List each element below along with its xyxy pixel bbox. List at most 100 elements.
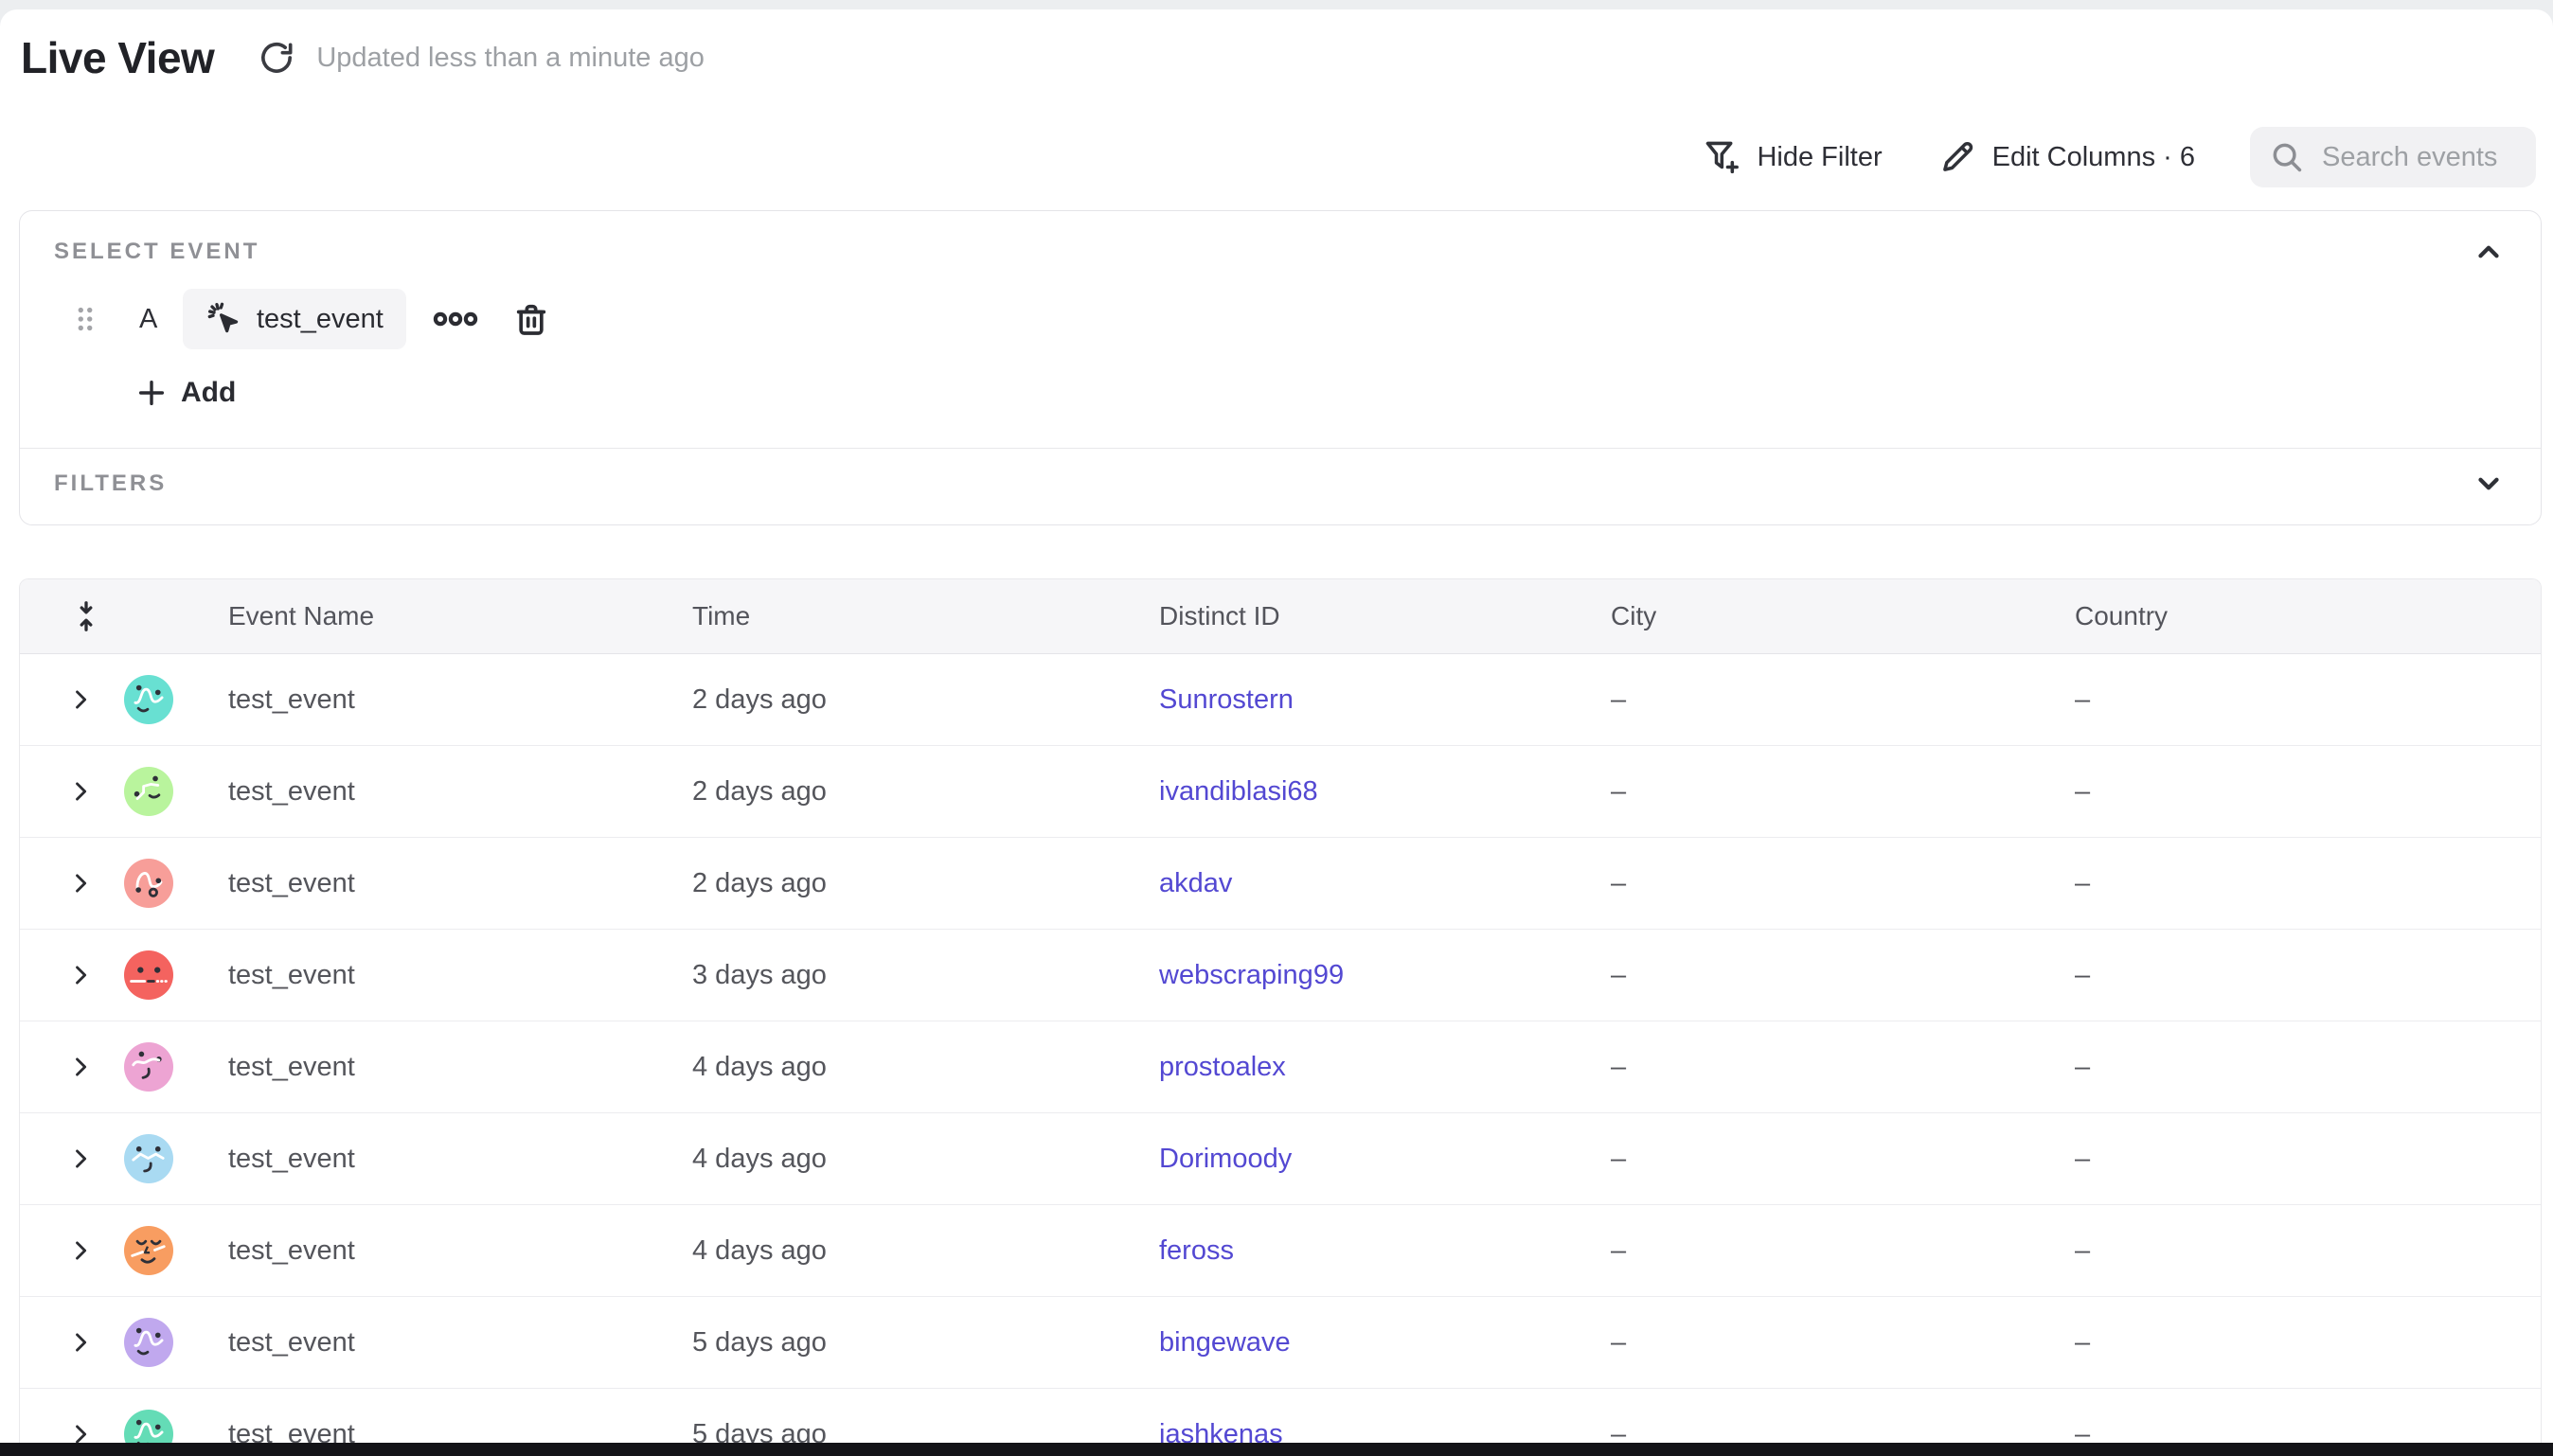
cell-country: –: [2033, 1235, 2541, 1267]
event-row: A test_event: [20, 289, 2541, 349]
add-event-button[interactable]: Add: [135, 374, 236, 412]
cell-city: –: [1569, 1052, 2033, 1083]
cell-city: –: [1569, 960, 2033, 991]
cell-city: –: [1569, 868, 2033, 899]
distinct-id-link[interactable]: prostoalex: [1159, 1052, 1286, 1082]
user-avatar: [124, 1134, 173, 1183]
cell-city: –: [1569, 1235, 2033, 1267]
table-row: test_event4 days agofeross––: [20, 1205, 2541, 1297]
user-avatar: [124, 1226, 173, 1275]
cell-distinct-id: bingewave: [1117, 1327, 1569, 1358]
cell-event-name: test_event: [187, 960, 651, 991]
cell-country: –: [2033, 1327, 2541, 1358]
event-selector[interactable]: test_event: [183, 289, 406, 349]
chevron-down-icon[interactable]: [2473, 468, 2505, 500]
add-label: Add: [181, 377, 236, 409]
query-builder-card: SELECT EVENT A: [19, 210, 2542, 525]
cell-country: –: [2033, 960, 2541, 991]
table-row: test_event2 days ago Sunrostern ––: [20, 654, 2541, 746]
row-expander[interactable]: [67, 686, 94, 713]
cell-country: –: [2033, 684, 2541, 716]
cell-country: –: [2033, 868, 2541, 899]
filters-section[interactable]: FILTERS: [20, 448, 2541, 524]
chevron-right-icon: [67, 962, 94, 988]
cell-city: –: [1569, 776, 2033, 808]
cell-time: 2 days ago: [651, 868, 1117, 899]
row-expander[interactable]: [67, 1054, 94, 1080]
event-name: test_event: [257, 304, 384, 335]
user-avatar: [124, 675, 173, 724]
user-avatar: [124, 859, 173, 908]
distinct-id-link[interactable]: Sunrostern: [1159, 684, 1294, 715]
row-expander[interactable]: [67, 870, 94, 897]
distinct-id-link[interactable]: Dorimoody: [1159, 1144, 1292, 1174]
column-header-time: Time: [651, 601, 1117, 631]
row-expander[interactable]: [67, 1145, 94, 1172]
cell-time: 4 days ago: [651, 1235, 1117, 1267]
cursor-click-icon: [205, 300, 243, 338]
row-expander[interactable]: [67, 1329, 94, 1356]
cell-event-name: test_event: [187, 776, 651, 808]
chevron-up-icon[interactable]: [2473, 236, 2505, 268]
cell-distinct-id: Sunrostern: [1117, 684, 1569, 716]
trash-icon[interactable]: [512, 300, 550, 338]
distinct-id-link[interactable]: akdav: [1159, 868, 1232, 898]
pencil-icon: [1937, 137, 1977, 177]
row-expander[interactable]: [67, 1237, 94, 1264]
cell-distinct-id: prostoalex: [1117, 1052, 1569, 1083]
table-row: test_event2 days ago akdav ––: [20, 838, 2541, 930]
cell-time: 3 days ago: [651, 960, 1117, 991]
events-table: Event NameTimeDistinct IDCityCountry tes…: [19, 578, 2542, 1456]
main-content: Live View Updated less than a minute ago…: [0, 9, 2553, 1456]
refresh-icon[interactable]: [258, 39, 295, 77]
row-expander[interactable]: [67, 962, 94, 988]
cell-event-name: test_event: [187, 1327, 651, 1358]
chevron-right-icon: [67, 1329, 94, 1356]
table-row: test_event3 days ago webscraping99 ––: [20, 930, 2541, 1021]
search-input[interactable]: [2320, 141, 2517, 174]
user-avatar: [124, 1042, 173, 1092]
cell-city: –: [1569, 1144, 2033, 1175]
chevron-right-icon: [67, 870, 94, 897]
drag-handle-icon[interactable]: [75, 304, 96, 334]
cell-distinct-id: akdav: [1117, 868, 1569, 899]
hide-filter-label: Hide Filter: [1757, 142, 1882, 173]
cell-city: –: [1569, 1327, 2033, 1358]
page-title: Live View: [21, 32, 214, 83]
table-row: test_event4 days agoDorimoody––: [20, 1113, 2541, 1205]
chevron-right-icon: [67, 686, 94, 713]
collapse-rows-icon[interactable]: [69, 599, 103, 633]
edit-columns-button[interactable]: Edit Columns · 6: [1937, 137, 2195, 177]
user-avatar: [124, 1318, 173, 1367]
cell-event-name: test_event: [187, 1144, 651, 1175]
toolbar: Hide Filter Edit Columns · 6: [1702, 127, 2536, 187]
page-header: Live View Updated less than a minute ago: [0, 9, 2553, 83]
cell-event-name: test_event: [187, 684, 651, 716]
user-avatar: [124, 950, 173, 1000]
table-row: test_event4 days agoprostoalex––: [20, 1021, 2541, 1113]
hide-filter-button[interactable]: Hide Filter: [1702, 137, 1882, 177]
distinct-id-link[interactable]: feross: [1159, 1235, 1234, 1266]
plus-icon: [135, 377, 168, 409]
cell-city: –: [1569, 684, 2033, 716]
cell-time: 2 days ago: [651, 684, 1117, 716]
distinct-id-link[interactable]: ivandiblasi68: [1159, 776, 1318, 807]
chevron-right-icon: [67, 1237, 94, 1264]
search-events-box[interactable]: [2250, 127, 2536, 187]
cell-time: 5 days ago: [651, 1327, 1117, 1358]
cell-distinct-id: webscraping99: [1117, 960, 1569, 991]
row-expander[interactable]: [67, 778, 94, 805]
column-header-country: Country: [2033, 601, 2541, 631]
chevron-right-icon: [67, 1054, 94, 1080]
more-options-icon[interactable]: [433, 311, 478, 328]
chevron-right-icon: [67, 1145, 94, 1172]
column-header-event-name: Event Name: [187, 601, 651, 631]
window-bottom-edge: [0, 1443, 2553, 1456]
cell-event-name: test_event: [187, 868, 651, 899]
select-event-section-header: SELECT EVENT: [20, 211, 2541, 266]
distinct-id-link[interactable]: webscraping99: [1159, 960, 1344, 990]
distinct-id-link[interactable]: bingewave: [1159, 1327, 1291, 1358]
filters-label: FILTERS: [54, 471, 167, 497]
updated-status: Updated less than a minute ago: [316, 43, 705, 74]
event-letter: A: [139, 304, 164, 335]
